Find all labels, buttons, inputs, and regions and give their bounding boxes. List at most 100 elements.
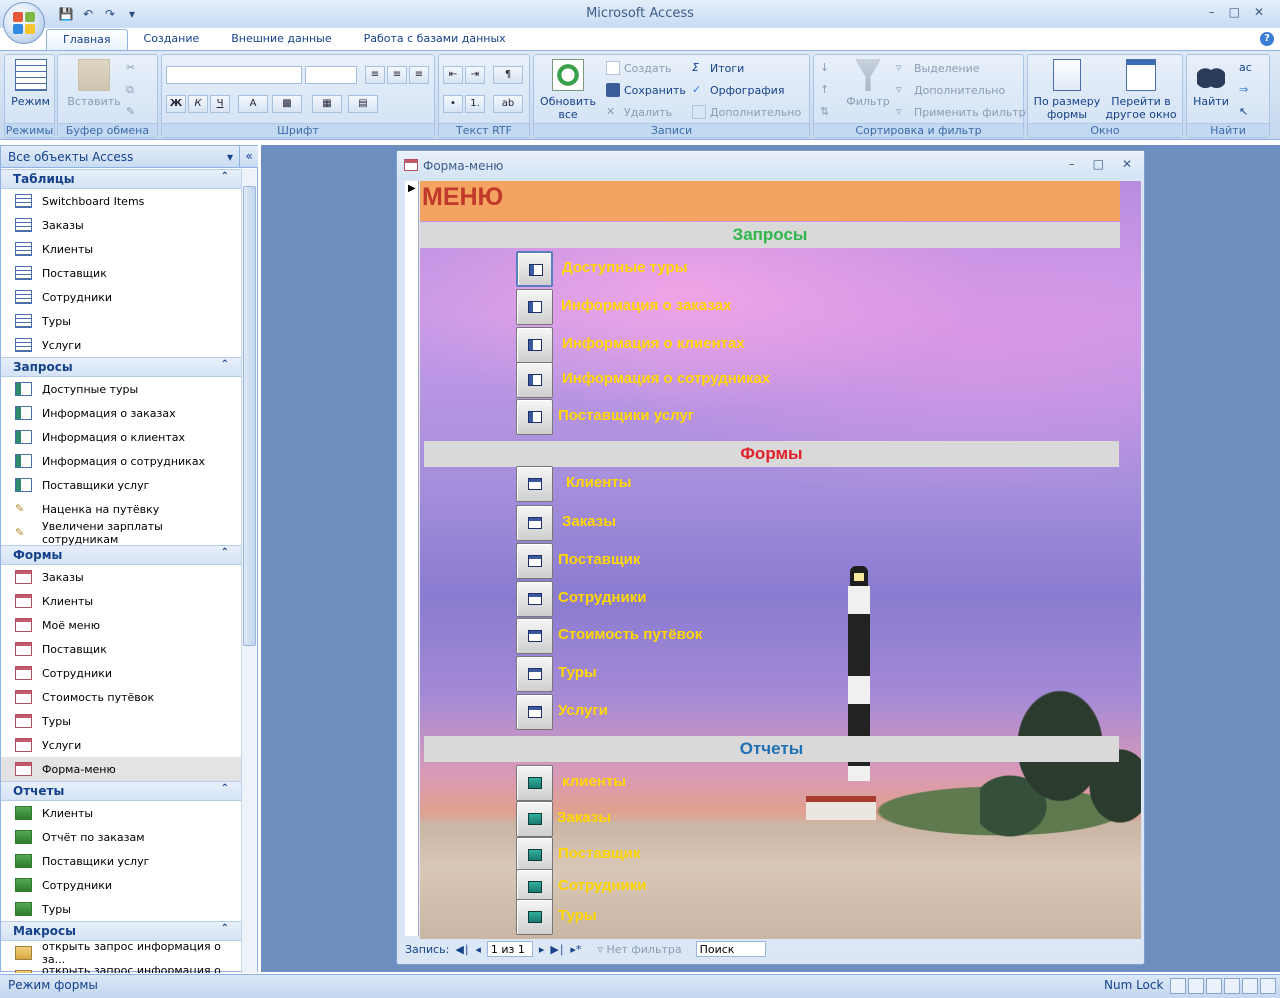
chevron-up-icon[interactable]: ⌃: [221, 923, 229, 934]
form-window-titlebar[interactable]: Форма-меню: [397, 151, 1144, 179]
switchboard-button[interactable]: [516, 399, 553, 435]
gridlines-icon[interactable]: ▦: [312, 95, 342, 113]
advanced-filter-button[interactable]: ▿ Дополнительно: [896, 83, 1005, 97]
nav-item[interactable]: Стоимость путёвок: [1, 685, 241, 709]
switchboard-button[interactable]: [516, 899, 553, 935]
switchboard-button[interactable]: [516, 581, 553, 617]
align-center-icon[interactable]: ≡: [387, 66, 407, 84]
nav-scrollbar-thumb[interactable]: [243, 186, 256, 646]
replace-icon[interactable]: ac: [1239, 61, 1252, 74]
nav-item[interactable]: Информация о заказах: [1, 401, 241, 425]
chevron-up-icon[interactable]: ⌃: [221, 171, 229, 182]
switch-windows-button[interactable]: Перейти в другое окно: [1102, 59, 1180, 121]
nav-item[interactable]: Заказы: [1, 565, 241, 589]
switchboard-label[interactable]: Информация о сотрудниках: [562, 370, 770, 387]
pivot-chart-view-icon[interactable]: [1224, 978, 1240, 994]
nav-section-header[interactable]: Таблицы ⌃: [1, 169, 241, 189]
sort-ascending-icon[interactable]: ↓: [820, 61, 829, 74]
nav-item[interactable]: Switchboard Items: [1, 189, 241, 213]
nav-section-header[interactable]: Отчеты ⌃: [1, 781, 241, 801]
more-records-button[interactable]: Дополнительно: [692, 105, 801, 119]
switchboard-label[interactable]: Услуги: [558, 702, 608, 719]
new-record-icon[interactable]: ▸*: [570, 943, 581, 956]
nav-item[interactable]: Туры: [1, 309, 241, 333]
nav-item[interactable]: Сотрудники: [1, 661, 241, 685]
restore-icon[interactable]: □: [1229, 5, 1240, 19]
switchboard-label[interactable]: Туры: [558, 907, 597, 924]
switchboard-button[interactable]: [516, 765, 553, 801]
maximize-icon[interactable]: □: [1093, 157, 1104, 171]
collapse-nav-icon[interactable]: «: [239, 146, 258, 168]
switchboard-label[interactable]: Поставщик: [558, 845, 640, 862]
tab-home[interactable]: Главная: [46, 29, 128, 51]
nav-section-header[interactable]: Запросы ⌃: [1, 357, 241, 377]
minimize-icon[interactable]: –: [1069, 157, 1075, 171]
align-right-icon[interactable]: ≡: [409, 66, 429, 84]
nav-pane-header[interactable]: Все объекты Access ▾: [1, 146, 239, 168]
switchboard-button[interactable]: [516, 505, 553, 541]
new-record-button[interactable]: Создать: [606, 61, 672, 75]
refresh-all-button[interactable]: Обновить все: [537, 59, 599, 121]
chevron-up-icon[interactable]: ⌃: [221, 547, 229, 558]
nav-section-header[interactable]: Макросы ⌃: [1, 921, 241, 941]
switchboard-label[interactable]: Стоимость путёвок: [558, 626, 702, 643]
nav-item[interactable]: Информация о сотрудниках: [1, 449, 241, 473]
switchboard-button[interactable]: [516, 466, 553, 502]
design-view-icon[interactable]: [1260, 978, 1276, 994]
datasheet-view-icon[interactable]: [1188, 978, 1204, 994]
nav-item[interactable]: Поставщик: [1, 637, 241, 661]
delete-record-button[interactable]: ✕ Удалить: [606, 105, 672, 119]
numbering-icon[interactable]: 1.: [465, 95, 485, 113]
alt-row-color-icon[interactable]: ▤: [348, 95, 378, 113]
font-size-combo[interactable]: [305, 66, 357, 84]
underline-icon[interactable]: Ч: [210, 95, 230, 113]
clear-sort-icon[interactable]: ⇅: [820, 105, 829, 118]
chevron-up-icon[interactable]: ⌃: [221, 783, 229, 794]
align-left-icon[interactable]: ≡: [365, 66, 385, 84]
selection-button[interactable]: ▿ Выделение: [896, 61, 980, 75]
font-name-combo[interactable]: [166, 66, 302, 84]
form-view-icon[interactable]: [1170, 978, 1186, 994]
switchboard-label[interactable]: Информация о заказах: [561, 297, 731, 314]
switchboard-button[interactable]: [516, 656, 553, 692]
switchboard-label[interactable]: Доступные туры: [562, 259, 688, 276]
switchboard-label[interactable]: Заказы: [562, 513, 616, 530]
nav-item[interactable]: Клиенты: [1, 801, 241, 825]
copy-icon[interactable]: ⧉: [126, 83, 134, 97]
apply-filter-button[interactable]: ▿ Применить фильтр: [896, 105, 1026, 119]
totals-button[interactable]: Σ Итоги: [692, 61, 744, 75]
view-mode-button[interactable]: Режим: [9, 59, 52, 108]
layout-view-icon[interactable]: [1242, 978, 1258, 994]
nav-item[interactable]: Клиенты: [1, 589, 241, 613]
nav-item[interactable]: Отчёт по заказам: [1, 825, 241, 849]
highlight-icon[interactable]: ab: [493, 95, 523, 113]
switchboard-button[interactable]: [516, 837, 553, 873]
nav-item[interactable]: Услуги: [1, 733, 241, 757]
chevron-up-icon[interactable]: ⌃: [221, 359, 229, 370]
switchboard-label[interactable]: клиенты: [562, 773, 626, 790]
switchboard-button[interactable]: [516, 362, 553, 398]
goto-icon[interactable]: ⇒: [1239, 83, 1248, 96]
office-button[interactable]: [3, 2, 45, 44]
help-icon[interactable]: ?: [1260, 32, 1274, 46]
switchboard-button[interactable]: [516, 327, 553, 363]
increase-indent-icon[interactable]: ⇥: [465, 66, 485, 84]
paragraph-direction-icon[interactable]: ¶: [493, 66, 523, 84]
format-painter-icon[interactable]: ✎: [126, 105, 135, 118]
switchboard-label[interactable]: Поставщики услуг: [558, 407, 694, 424]
record-selector[interactable]: ▶: [405, 181, 419, 936]
fill-color-icon[interactable]: ▩: [272, 95, 302, 113]
record-position-input[interactable]: 1 из 1: [486, 941, 533, 957]
nav-item[interactable]: открыть запрос информация о за...: [1, 940, 241, 966]
minimize-icon[interactable]: –: [1209, 5, 1215, 19]
filter-button[interactable]: Фильтр: [846, 59, 890, 108]
nav-section-header[interactable]: Формы ⌃: [1, 545, 241, 565]
nav-item[interactable]: Сотрудники: [1, 873, 241, 897]
cut-icon[interactable]: ✂: [126, 61, 135, 74]
sort-descending-icon[interactable]: ↑: [820, 83, 829, 96]
switchboard-button[interactable]: [516, 289, 553, 325]
nav-item[interactable]: Информация о клиентах: [1, 425, 241, 449]
next-record-icon[interactable]: ▸: [539, 943, 545, 956]
switchboard-label[interactable]: Сотрудники: [558, 877, 646, 894]
switchboard-button[interactable]: [516, 251, 553, 287]
